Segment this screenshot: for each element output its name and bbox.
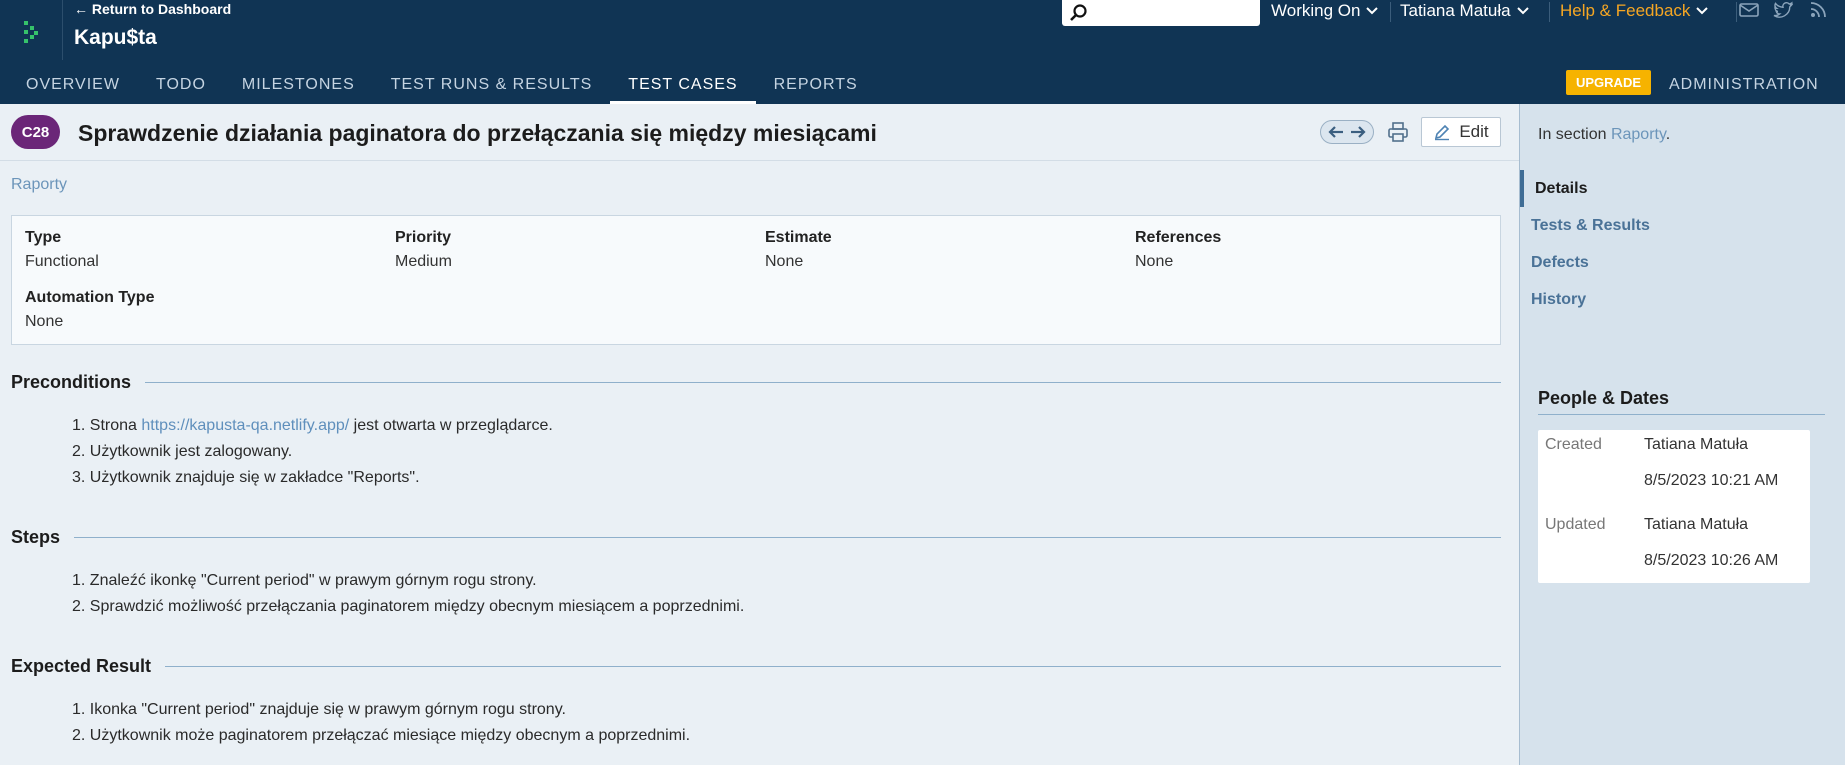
updated-date: 8/5/2023 10:26 AM <box>1644 552 1779 569</box>
user-menu[interactable]: Tatiana Matuła <box>1400 0 1529 22</box>
list-item: 2. Sprawdzić możliwość przełączania pagi… <box>72 598 745 615</box>
field-priority-label: Priority <box>395 229 452 246</box>
field-type-value: Functional <box>25 253 99 270</box>
working-on-menu[interactable]: Working On <box>1271 0 1379 22</box>
section-rule <box>1538 414 1825 415</box>
field-priority: Priority Medium <box>395 229 452 271</box>
case-id-badge: C28 <box>11 115 60 149</box>
field-estimate-value: None <box>765 253 804 270</box>
edit-button[interactable]: Edit <box>1421 117 1501 147</box>
in-section-prefix: In section <box>1538 126 1611 143</box>
chevron-down-icon <box>1516 7 1529 15</box>
steps-heading: Steps <box>11 527 1501 548</box>
menu-separator <box>1736 2 1737 22</box>
list-item-text: jest otwarta w przeglądarce. <box>349 417 553 434</box>
field-automation-label: Automation Type <box>25 289 155 306</box>
field-priority-value: Medium <box>395 253 452 270</box>
field-references: References None <box>1135 229 1221 271</box>
list-item: 3. Użytkownik znajduje się w zakładce "R… <box>72 469 420 486</box>
list-item: 2. Użytkownik może paginatorem przełącza… <box>72 727 691 744</box>
top-header: ← Return to Dashboard Kapu$ta Working On… <box>0 0 1845 104</box>
case-title-bar: C28 Sprawdzenie działania paginatora do … <box>0 104 1519 161</box>
user-name: Tatiana Matuła <box>1400 1 1511 20</box>
sidebar-item-history[interactable]: History <box>1520 281 1845 318</box>
tab-test-cases[interactable]: TEST CASES <box>610 72 756 104</box>
administration-link[interactable]: ADMINISTRATION <box>1669 76 1819 94</box>
edit-label: Edit <box>1459 122 1489 141</box>
section-rule <box>74 537 1501 538</box>
field-estimate: Estimate None <box>765 229 832 271</box>
people-dates-heading: People & Dates <box>1538 388 1670 408</box>
search-input[interactable] <box>1062 0 1260 26</box>
field-type-label: Type <box>25 229 62 246</box>
tab-test-runs-results[interactable]: TEST RUNS & RESULTS <box>373 72 611 104</box>
preconditions-list: 1. Strona https://kapusta-qa.netlify.app… <box>72 415 553 493</box>
search-icon <box>1070 4 1087 21</box>
print-icon[interactable] <box>1387 121 1409 143</box>
working-on-label: Working On <box>1271 1 1361 20</box>
created-by: Tatiana Matuła <box>1644 436 1749 453</box>
steps-list: 1. Znaleźć ikonkę "Current period" w pra… <box>72 570 744 622</box>
tab-todo[interactable]: TODO <box>138 72 224 104</box>
arrow-right-icon[interactable] <box>1349 125 1367 139</box>
main-nav: OVERVIEW TODO MILESTONES TEST RUNS & RES… <box>0 72 876 104</box>
right-sidebar: In section Raporty. Details Tests & Resu… <box>1519 104 1845 765</box>
list-item: 2. Użytkownik jest zalogowany. <box>72 443 293 460</box>
field-type: Type Functional <box>25 229 99 271</box>
expected-result-title: Expected Result <box>11 656 152 676</box>
section-breadcrumb-link[interactable]: Raporty <box>11 176 67 194</box>
preconditions-heading: Preconditions <box>11 372 1501 393</box>
page-title: Sprawdzenie działania paginatora do prze… <box>78 120 877 146</box>
rss-icon[interactable] <box>1809 1 1829 19</box>
expected-result-heading: Expected Result <box>11 656 1501 677</box>
testrail-logo-icon[interactable] <box>18 18 46 46</box>
preconditions-title: Preconditions <box>11 372 132 392</box>
field-references-label: References <box>1135 229 1222 246</box>
sidebar-nav: Details Tests & Results Defects History <box>1520 170 1845 318</box>
list-item: 1. Strona https://kapusta-qa.netlify.app… <box>72 415 553 441</box>
chevron-down-icon <box>1366 7 1379 15</box>
upgrade-button[interactable]: UPGRADE <box>1566 70 1652 95</box>
expected-result-list: 1. Ikonka "Current period" znajduje się … <box>72 699 690 751</box>
updated-by: Tatiana Matuła <box>1644 516 1749 533</box>
help-feedback-menu[interactable]: Help & Feedback <box>1560 0 1709 22</box>
list-item: 1. Znaleźć ikonkę "Current period" w pra… <box>72 572 537 589</box>
people-dates-box: Created Tatiana Matuła 8/5/2023 10:21 AM… <box>1538 430 1810 583</box>
case-pager <box>1320 120 1374 144</box>
created-label: Created <box>1545 436 1602 453</box>
sidebar-item-defects[interactable]: Defects <box>1520 244 1845 281</box>
updated-label: Updated <box>1545 516 1606 533</box>
section-rule <box>165 666 1501 667</box>
field-estimate-label: Estimate <box>765 229 832 246</box>
list-item-text: 1. Strona <box>72 417 142 434</box>
steps-title: Steps <box>11 527 61 547</box>
logo-divider <box>62 0 63 60</box>
sidebar-item-tests-results[interactable]: Tests & Results <box>1520 207 1845 244</box>
in-section-suffix: . <box>1665 126 1671 143</box>
case-fields: Type Functional Priority Medium Estimate… <box>11 215 1501 345</box>
return-to-dashboard-link[interactable]: ← Return to Dashboard <box>74 1 231 17</box>
project-name: Kapu$ta <box>74 26 157 49</box>
app-url-link[interactable]: https://kapusta-qa.netlify.app/ <box>141 417 349 434</box>
menu-separator <box>1549 2 1550 22</box>
chevron-down-icon <box>1696 7 1709 15</box>
help-feedback-label: Help & Feedback <box>1560 1 1691 20</box>
field-automation-type: Automation Type None <box>25 289 154 331</box>
tab-overview[interactable]: OVERVIEW <box>0 72 138 104</box>
pencil-icon <box>1435 124 1450 141</box>
arrow-left-icon[interactable] <box>1327 125 1345 139</box>
list-item: 1. Ikonka "Current period" znajduje się … <box>72 701 566 718</box>
in-section-text: In section Raporty. <box>1538 126 1670 144</box>
mail-icon[interactable] <box>1739 1 1759 19</box>
twitter-icon[interactable] <box>1773 1 1793 19</box>
in-section-link[interactable]: Raporty <box>1611 126 1666 143</box>
field-automation-value: None <box>25 313 64 330</box>
created-date: 8/5/2023 10:21 AM <box>1644 472 1779 489</box>
field-references-value: None <box>1135 253 1174 270</box>
sidebar-item-details[interactable]: Details <box>1520 170 1845 207</box>
menu-separator <box>1390 2 1391 22</box>
tab-milestones[interactable]: MILESTONES <box>224 72 373 104</box>
tab-reports[interactable]: REPORTS <box>756 72 876 104</box>
section-rule <box>145 382 1501 383</box>
